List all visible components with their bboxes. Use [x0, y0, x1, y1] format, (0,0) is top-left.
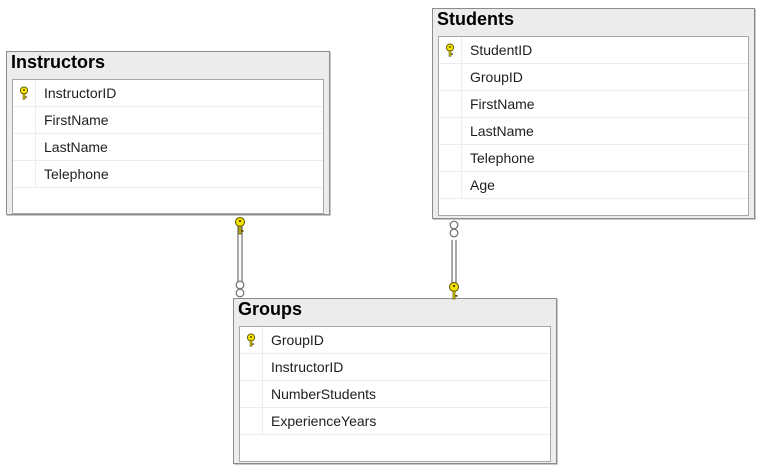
- infinity-icon: [449, 220, 459, 238]
- key-icon: [449, 282, 459, 300]
- infinity-icon: [235, 280, 245, 298]
- relationship-groups-students[interactable]: [449, 220, 459, 300]
- relationship-instructors-groups[interactable]: [235, 217, 245, 298]
- key-icon: [235, 217, 245, 235]
- database-diagram: Instructors InstructorID FirstName LastNam…: [0, 0, 763, 473]
- relationship-lines: [235, 217, 459, 300]
